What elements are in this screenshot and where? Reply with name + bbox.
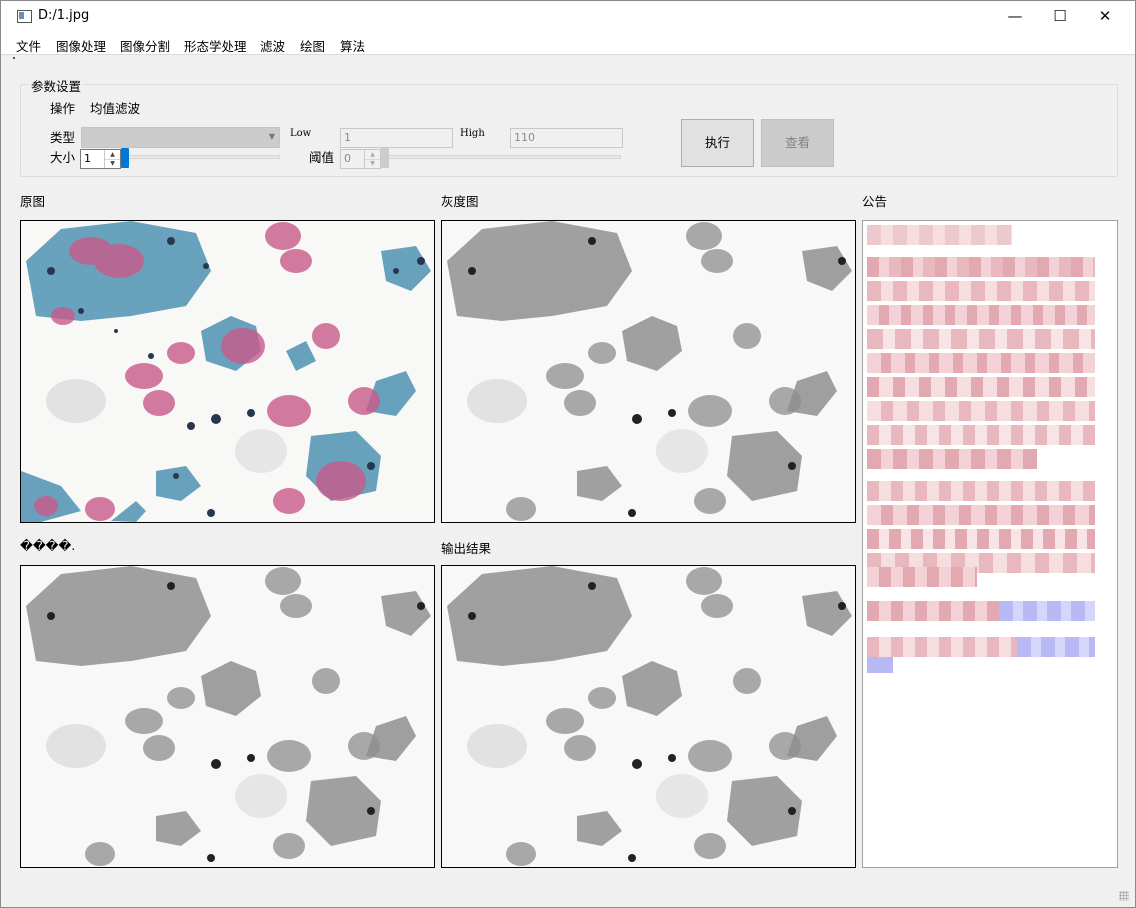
chevron-down-icon: ▼	[268, 132, 275, 141]
notice-pixelated-line	[867, 529, 1095, 549]
menu-morphology[interactable]: 形态学处理	[184, 36, 247, 55]
size-slider[interactable]	[121, 155, 280, 159]
app-window-icon	[17, 10, 32, 23]
output-title: 输出结果	[441, 541, 492, 556]
window-title: D:/1.jpg	[38, 8, 90, 23]
type-combobox[interactable]: ▼	[81, 127, 280, 148]
view-button[interactable]: 查看	[761, 119, 834, 167]
menu-image-segmentation[interactable]: 图像分割	[120, 36, 170, 55]
menu-bar: 文件 图像处理 图像分割 形态学处理 滤波 绘图 算法	[1, 32, 1135, 54]
execute-button[interactable]: 执行	[681, 119, 754, 167]
notice-pixelated-line	[867, 449, 1037, 469]
threshold-label: 阈值	[309, 150, 335, 165]
notice-pixelated-line	[867, 257, 1095, 277]
toolbar-handle	[13, 57, 15, 59]
menu-algorithm[interactable]: 算法	[340, 36, 365, 55]
gray-title: 灰度图	[441, 194, 479, 209]
low-input[interactable]: 1	[340, 128, 453, 148]
gray-image	[441, 220, 856, 523]
threshold-slider[interactable]	[381, 155, 621, 159]
notice-pixelated-line	[867, 637, 1017, 657]
params-group-title: 参数设置	[28, 76, 85, 95]
maximize-button[interactable]: ☐	[1037, 1, 1083, 31]
notice-title: 公告	[862, 194, 888, 209]
type-label: 类型	[50, 130, 76, 145]
threshold-spinbox[interactable]: 0 ▲ ▼	[340, 149, 381, 169]
size-label: 大小	[50, 150, 76, 165]
size-spinbox-value: 1	[84, 152, 91, 165]
notice-pixelated-line	[867, 305, 1095, 325]
notice-pixelated-link[interactable]	[1017, 637, 1095, 657]
notice-pixelated-line	[867, 353, 1095, 373]
menu-image-processing[interactable]: 图像处理	[56, 36, 106, 55]
notice-pixelated-line	[867, 329, 1095, 349]
title-bar: D:/1.jpg — ☐ ✕	[1, 1, 1135, 32]
threshold-spin-down-icon[interactable]: ▼	[365, 159, 380, 168]
intermediate-image	[20, 565, 435, 868]
threshold-spinbox-value: 0	[344, 152, 351, 165]
notice-pixelated-link[interactable]	[999, 601, 1095, 621]
menu-filter[interactable]: 滤波	[260, 36, 285, 55]
notice-text-area[interactable]	[862, 220, 1118, 868]
threshold-slider-handle[interactable]	[381, 148, 389, 168]
notice-pixelated-line	[867, 377, 1095, 397]
size-spin-down-icon[interactable]: ▼	[105, 159, 120, 168]
notice-pixelated-line	[867, 281, 1095, 301]
notice-pixelated-line	[867, 401, 1095, 421]
notice-pixelated-line	[867, 481, 1095, 501]
notice-pixelated-line	[867, 225, 1012, 245]
app-window: D:/1.jpg — ☐ ✕ 文件 图像处理 图像分割 形态学处理 滤波 绘图 …	[0, 0, 1136, 908]
original-title: 原图	[20, 194, 46, 209]
menu-file[interactable]: 文件	[16, 36, 41, 55]
original-image	[20, 220, 435, 523]
menu-separator	[1, 54, 1135, 55]
minimize-button[interactable]: —	[992, 1, 1038, 31]
notice-pixelated-line	[867, 425, 1095, 445]
size-spinbox[interactable]: 1 ▲ ▼	[80, 149, 121, 169]
notice-pixelated-link[interactable]	[867, 657, 893, 673]
high-input[interactable]: 110	[510, 128, 623, 148]
notice-pixelated-line	[867, 567, 977, 587]
close-button[interactable]: ✕	[1082, 1, 1128, 31]
resize-grip-icon[interactable]	[1119, 891, 1129, 901]
low-label: Low	[290, 128, 312, 139]
operation-value: 均值滤波	[90, 101, 141, 116]
notice-pixelated-line	[867, 505, 1095, 525]
high-label: High	[460, 128, 485, 139]
output-image	[441, 565, 856, 868]
menu-draw[interactable]: 绘图	[300, 36, 325, 55]
size-slider-handle[interactable]	[121, 148, 129, 168]
operation-label: 操作	[50, 101, 76, 116]
notice-pixelated-line	[867, 601, 999, 621]
intermediate-title: ����.	[20, 538, 76, 553]
